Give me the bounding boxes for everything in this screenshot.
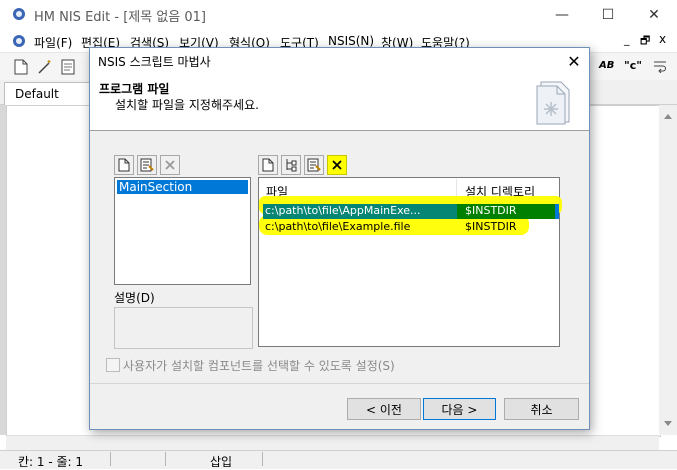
- add-file-button[interactable]: [258, 155, 278, 175]
- delete-file-button[interactable]: [327, 155, 347, 175]
- status-divider: [110, 452, 111, 466]
- description-box: [114, 307, 253, 349]
- wrap-icon[interactable]: [653, 60, 667, 73]
- window-title: HM NIS Edit - [제목 없음 01]: [34, 10, 206, 25]
- delete-section-button[interactable]: [160, 155, 180, 175]
- cancel-button[interactable]: 취소: [504, 398, 579, 420]
- menu-nsis[interactable]: NSIS(N): [328, 34, 374, 48]
- status-divider: [262, 452, 263, 466]
- minimize-button[interactable]: —: [539, 0, 585, 30]
- close-button[interactable]: ✕: [631, 0, 677, 30]
- new-section-button[interactable]: [114, 155, 134, 175]
- add-directory-button[interactable]: [281, 155, 301, 175]
- row-scroll-edge: [555, 204, 559, 219]
- back-button[interactable]: < 이전: [347, 398, 421, 420]
- document-tab-label: Default: [15, 87, 59, 101]
- properties-icon: [140, 158, 154, 172]
- file-row[interactable]: c:\path\to\file\Example.file $INSTDIR: [263, 220, 555, 235]
- section-item[interactable]: MainSection: [117, 180, 248, 194]
- maximize-button[interactable]: ☐: [585, 0, 631, 30]
- vertical-scrollbar[interactable]: [659, 105, 677, 435]
- dialog-title: NSIS 스크립트 마법사: [98, 55, 211, 69]
- delete-icon: [332, 160, 342, 170]
- header-subtitle: 설치할 파일을 지정해주세요.: [115, 98, 259, 112]
- template-icon[interactable]: [61, 59, 75, 75]
- new-page-icon: [262, 158, 274, 172]
- file-path: c:\path\to\file\Example.file: [265, 220, 411, 233]
- wizard-dialog: NSIS 스크립트 마법사 ✕ 프로그램 파일 설치할 파일을 지정해주세요. …: [89, 47, 590, 430]
- toolbar-quote-button[interactable]: "c": [624, 59, 642, 72]
- child-close-button[interactable]: x: [659, 32, 666, 46]
- status-bar: 칸: 1 - 줄: 1 삽입: [0, 450, 677, 469]
- scroll-up-icon[interactable]: [664, 113, 672, 119]
- properties-icon: [307, 158, 321, 172]
- app-icon: [13, 8, 25, 20]
- section-list[interactable]: MainSection: [114, 177, 251, 285]
- new-page-icon: [118, 158, 130, 172]
- title-bar: HM NIS Edit - [제목 없음 01] — ☐ ✕: [0, 0, 677, 30]
- footer-divider: [90, 383, 589, 384]
- status-divider: [165, 452, 166, 466]
- directory-tree-icon: [286, 159, 297, 172]
- child-restore-button[interactable]: 🗗: [640, 32, 650, 51]
- install-dir: $INSTDIR: [465, 204, 517, 217]
- document-tab[interactable]: Default: [4, 82, 94, 105]
- dialog-header: 프로그램 파일 설치할 파일을 지정해주세요.: [90, 74, 589, 131]
- new-file-icon[interactable]: [14, 59, 28, 75]
- wizard-icon[interactable]: [37, 59, 53, 75]
- edit-file-button[interactable]: [304, 155, 324, 175]
- scroll-down-icon[interactable]: [664, 421, 672, 427]
- status-mode: 삽입: [210, 455, 233, 469]
- dialog-close-button[interactable]: ✕: [559, 48, 589, 74]
- file-row[interactable]: c:\path\to\file\AppMainExe... $INSTDIR: [263, 204, 555, 219]
- install-dir: $INSTDIR: [465, 220, 517, 233]
- horizontal-scrollbar[interactable]: [6, 435, 659, 450]
- status-position: 칸: 1 - 줄: 1: [18, 455, 84, 469]
- next-button[interactable]: 다음 >: [423, 398, 496, 420]
- file-path: c:\path\to\file\AppMainExe...: [265, 204, 421, 217]
- header-title: 프로그램 파일: [99, 82, 170, 96]
- files-icon: [536, 81, 570, 125]
- app-menu-icon[interactable]: [12, 34, 26, 48]
- components-checkbox-label[interactable]: 사용자가 설치할 컴포넌트를 선택할 수 있도록 설정(S): [123, 357, 395, 374]
- description-label: 설명(D): [114, 291, 155, 305]
- toolbar-ab-button[interactable]: AB: [599, 60, 614, 71]
- dialog-title-bar: NSIS 스크립트 마법사 ✕: [90, 48, 589, 74]
- delete-icon: [165, 160, 175, 170]
- menu-file[interactable]: 파일(F): [34, 34, 72, 51]
- child-minimize-button[interactable]: _: [624, 33, 630, 46]
- components-checkbox[interactable]: [106, 358, 120, 372]
- file-list[interactable]: 파일 설치 디렉토리 c:\path\to\file\AppMainExe...…: [258, 177, 562, 347]
- edit-section-button[interactable]: [137, 155, 157, 175]
